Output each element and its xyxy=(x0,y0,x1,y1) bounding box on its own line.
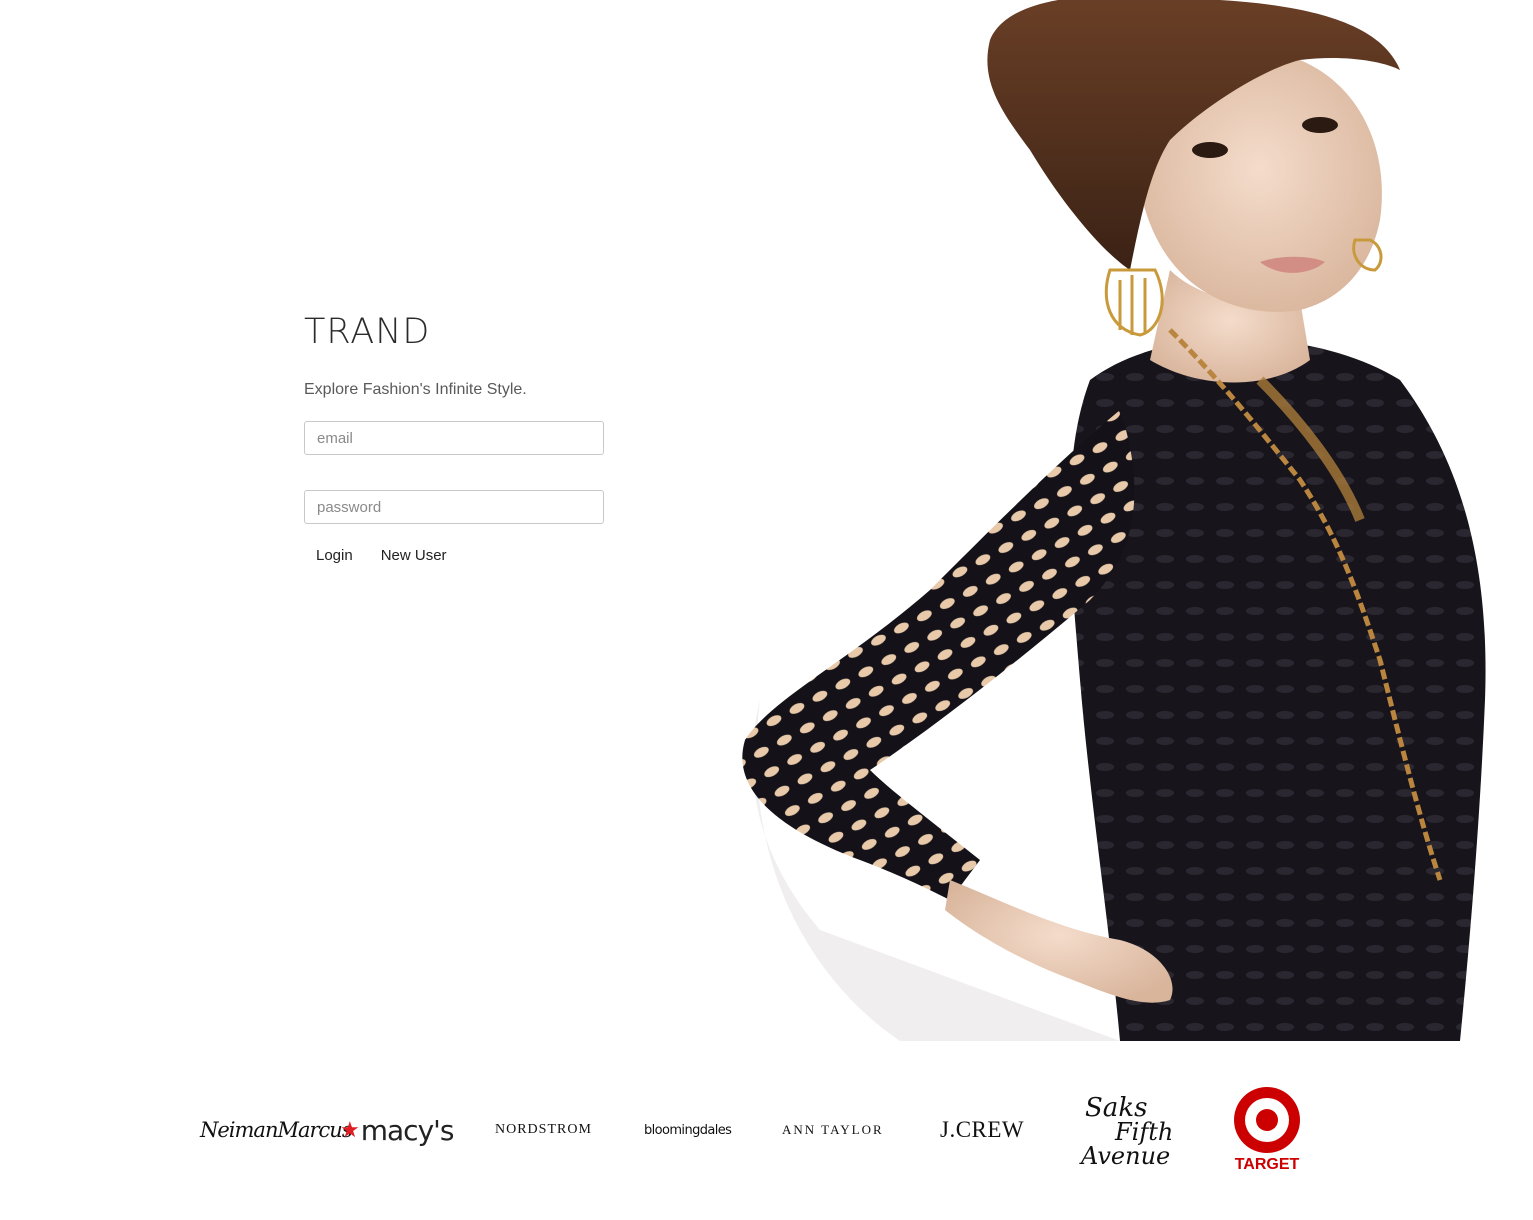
target-logo: TARGET xyxy=(1233,1060,1301,1200)
brand-strip: NeimanMarcus ★ macy's NORDSTROM blooming… xyxy=(0,1060,1533,1200)
target-bullseye-icon xyxy=(1234,1087,1300,1153)
tagline: Explore Fashion's Infinite Style. xyxy=(304,381,527,398)
email-field[interactable] xyxy=(304,421,604,455)
neiman-marcus-logo: NeimanMarcus xyxy=(200,1118,353,1142)
bloomingdales-logo: bloomingdales xyxy=(644,1122,732,1138)
saks-wordmark: Saks Fifth Avenue xyxy=(1079,1093,1173,1170)
new-user-button[interactable]: New User xyxy=(369,545,459,566)
jcrew-logo: J.CREW xyxy=(940,1117,1025,1142)
target-wordmark: TARGET xyxy=(1234,1156,1300,1173)
nordstrom-logo: NORDSTROM xyxy=(495,1122,592,1137)
star-icon: ★ xyxy=(340,1117,360,1143)
svg-text:Avenue: Avenue xyxy=(1079,1142,1170,1170)
model-photo xyxy=(742,0,1486,1041)
ann-taylor-logo: ANN TAYLOR xyxy=(782,1122,884,1137)
macys-wordmark: macy's xyxy=(360,1113,455,1147)
login-button[interactable]: Login xyxy=(304,545,365,566)
saks-fifth-avenue-logo: Saks Fifth Avenue xyxy=(1075,1060,1175,1200)
brand-title: TRAND xyxy=(304,312,431,352)
password-field[interactable] xyxy=(304,490,604,524)
macys-logo: ★ macy's xyxy=(340,1060,455,1200)
login-panel: TRAND Explore Fashion's Infinite Style. … xyxy=(304,312,604,566)
login-actions: Login New User xyxy=(304,545,604,566)
